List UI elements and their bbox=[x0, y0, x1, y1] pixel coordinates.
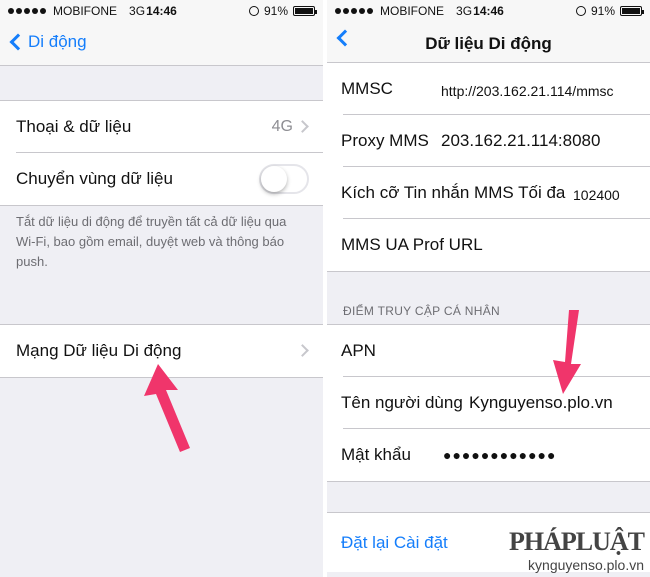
mms-max-size-value[interactable]: 102400 bbox=[573, 187, 620, 203]
right-screen: MOBIFONE 3G 14:46 91% Dữ liệu Di động MM… bbox=[327, 0, 650, 577]
watermark: PHÁPLUẬT kynguyenso.plo.vn bbox=[509, 527, 645, 573]
data-roaming-toggle[interactable] bbox=[259, 164, 309, 194]
rotation-lock-icon bbox=[575, 6, 586, 16]
rotation-lock-icon bbox=[248, 6, 259, 16]
row-label: APN bbox=[341, 341, 376, 360]
back-button[interactable]: Di động bbox=[8, 32, 87, 52]
row-voice-data[interactable]: Thoại & dữ liệu 4G bbox=[0, 101, 323, 153]
watermark-brand: PHÁPLUẬT bbox=[509, 527, 645, 556]
row-label: Chuyển vùng dữ liệu bbox=[16, 169, 173, 188]
row-data-roaming: Chuyển vùng dữ liệu bbox=[0, 153, 323, 205]
row-password[interactable]: Mật khẩu ●●●●●●●●●●●● bbox=[327, 429, 650, 481]
row-mms-max-size[interactable]: Kích cỡ Tin nhắn MMS Tối đa 102400 bbox=[327, 167, 650, 219]
reset-settings-button[interactable]: Đặt lại Cài đặt bbox=[341, 533, 448, 553]
row-label: Mạng Dữ liệu Di động bbox=[16, 341, 182, 360]
row-label: Tên người dùng bbox=[341, 393, 463, 412]
row-username[interactable]: Tên người dùng Kynguyenso.plo.vn bbox=[327, 377, 650, 429]
battery-percent: 91% bbox=[263, 4, 288, 18]
status-bar: MOBIFONE 3G 14:46 91% bbox=[327, 0, 650, 22]
row-proxy-mms[interactable]: Proxy MMS 203.162.21.114:8080 bbox=[327, 115, 650, 167]
proxy-mms-value[interactable]: 203.162.21.114:8080 bbox=[441, 131, 600, 151]
section-header: ĐIỂM TRUY CẬP CÁ NHÂN bbox=[343, 304, 500, 318]
password-value[interactable]: ●●●●●●●●●●●● bbox=[443, 447, 556, 463]
back-chevron-icon bbox=[9, 33, 27, 51]
username-value[interactable]: Kynguyenso.plo.vn bbox=[469, 393, 613, 413]
data-note: Tắt dữ liệu di động để truyền tất cả dữ … bbox=[16, 214, 287, 269]
row-label: MMSC bbox=[341, 79, 393, 98]
pointer-arrow-icon bbox=[553, 310, 581, 394]
battery-icon bbox=[620, 6, 644, 16]
row-label: Mật khẩu bbox=[341, 445, 411, 464]
back-label: Di động bbox=[28, 32, 87, 51]
status-bar: MOBIFONE 3G 14:46 91% bbox=[0, 0, 323, 22]
mms-group: MMSC http://203.162.21.114/mmsc Proxy MM… bbox=[327, 62, 650, 272]
chevron-right-icon bbox=[296, 120, 309, 133]
row-apn[interactable]: APN bbox=[327, 325, 650, 377]
row-detail: 4G bbox=[271, 118, 293, 135]
row-label: MMS UA Prof URL bbox=[341, 235, 483, 254]
battery-icon bbox=[293, 6, 317, 16]
row-label: Thoại & dữ liệu bbox=[16, 117, 132, 136]
page-title: Dữ liệu Di động bbox=[425, 34, 552, 53]
nav-bar: Di động bbox=[0, 22, 323, 66]
row-mms-ua-prof[interactable]: MMS UA Prof URL bbox=[327, 219, 650, 271]
chevron-right-icon bbox=[296, 344, 309, 357]
row-label: Proxy MMS bbox=[341, 131, 429, 150]
row-label: Kích cỡ Tin nhắn MMS Tối đa bbox=[341, 183, 566, 202]
hotspot-group: APN Tên người dùng Kynguyenso.plo.vn Mật… bbox=[327, 324, 650, 482]
data-settings-group: Thoại & dữ liệu 4G Chuyển vùng dữ liệu bbox=[0, 100, 323, 206]
left-screen: MOBIFONE 3G 14:46 91% Di động Thoại & dữ… bbox=[0, 0, 323, 577]
row-mmsc[interactable]: MMSC http://203.162.21.114/mmsc bbox=[327, 63, 650, 115]
pointer-arrow-icon bbox=[144, 364, 190, 452]
battery-percent: 91% bbox=[590, 4, 615, 18]
mmsc-value[interactable]: http://203.162.21.114/mmsc bbox=[441, 83, 614, 99]
nav-bar: Dữ liệu Di động bbox=[327, 22, 650, 66]
watermark-site: kynguyenso.plo.vn bbox=[528, 557, 644, 573]
